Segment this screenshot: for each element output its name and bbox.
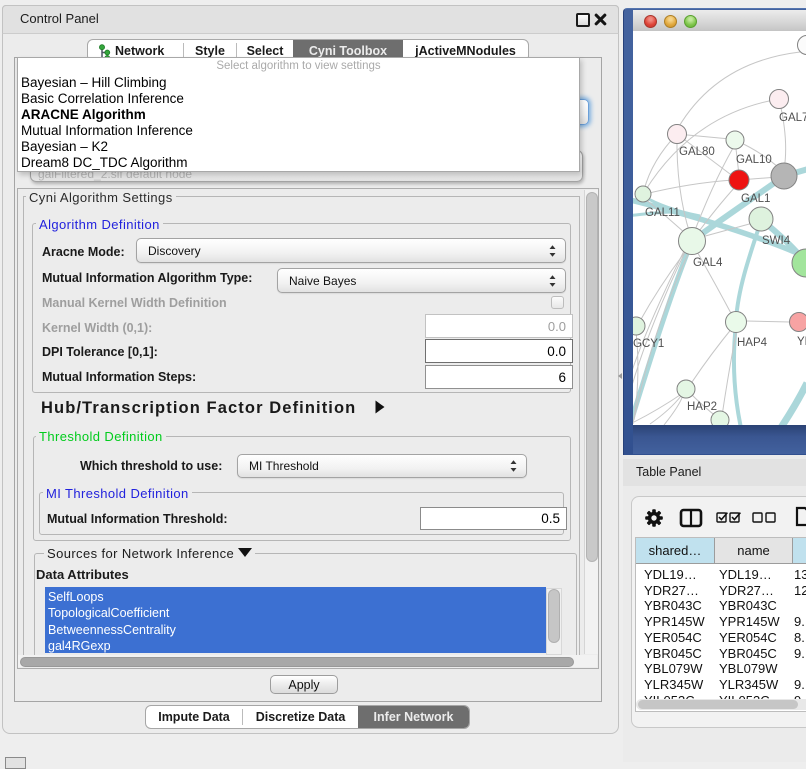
svg-text:GAL11: GAL11 [645,207,680,219]
svg-text:HAP4: HAP4 [737,337,768,349]
svg-text:YL: YL [797,336,806,348]
svg-text:SWI4: SWI4 [762,235,791,247]
svg-text:HAP2: HAP2 [687,401,717,413]
svg-text:GAL80: GAL80 [679,146,715,158]
svg-text:GCY1: GCY1 [633,338,664,350]
svg-text:GAL1: GAL1 [741,193,770,205]
svg-text:GAL7: GAL7 [779,112,806,124]
svg-text:GAL10: GAL10 [736,154,772,166]
svg-text:GAL4: GAL4 [693,257,723,269]
